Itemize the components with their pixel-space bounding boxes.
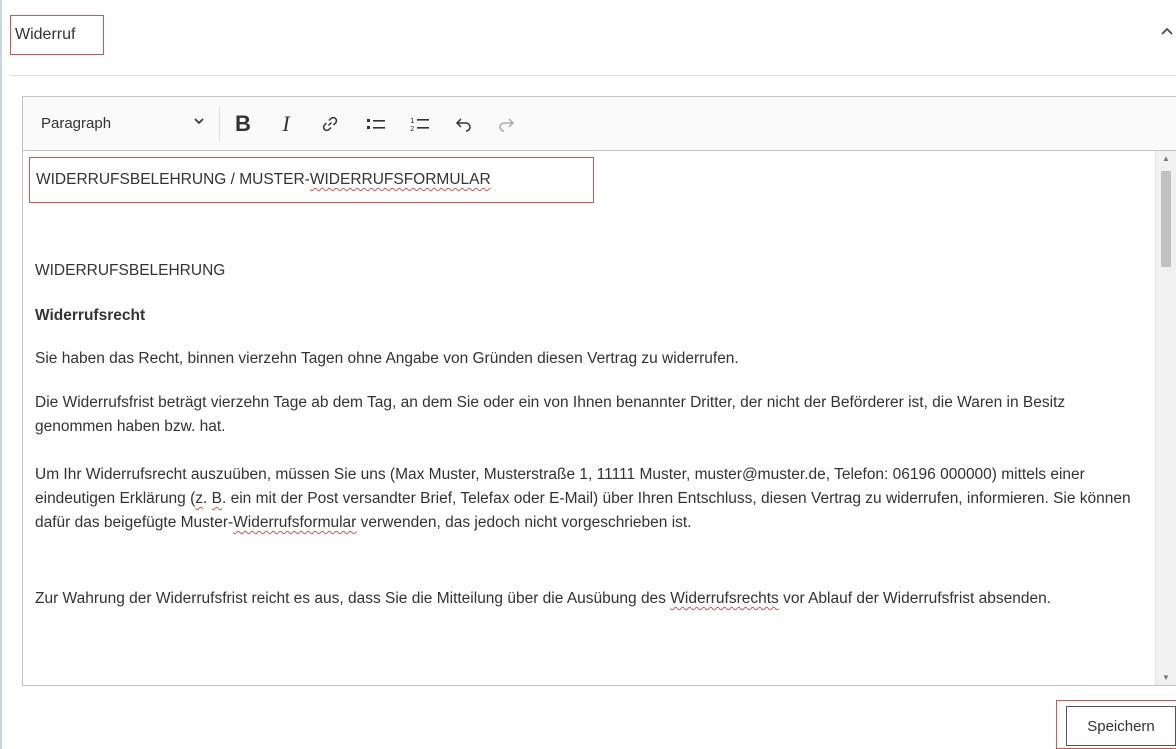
section-heading: Widerrufsrecht bbox=[35, 307, 146, 324]
svg-text:1: 1 bbox=[410, 117, 414, 125]
section-title: Widerruf bbox=[10, 15, 104, 55]
bulleted-list-icon[interactable] bbox=[361, 109, 391, 139]
save-button[interactable]: Speichern bbox=[1066, 706, 1176, 746]
paragraph-format-select[interactable]: Paragraph bbox=[41, 115, 111, 132]
chevron-down-icon[interactable] bbox=[193, 114, 205, 129]
rich-text-editor: Paragraph B I 1 2 WIDERRUFSBELEHRUNG / M… bbox=[22, 96, 1176, 686]
bold-button[interactable]: B bbox=[228, 109, 258, 139]
paragraph-3: Um Ihr Widerrufsrecht auszuüben, müssen … bbox=[35, 466, 1131, 531]
scroll-down-arrow-icon[interactable]: ▼ bbox=[1156, 673, 1176, 682]
subheading: WIDERRUFSBELEHRUNG bbox=[35, 262, 226, 279]
chevron-up-icon[interactable] bbox=[1160, 20, 1174, 40]
left-rule bbox=[0, 0, 2, 749]
document-heading: WIDERRUFSBELEHRUNG / MUSTER-WIDERRUFSFOR… bbox=[29, 157, 594, 203]
italic-button[interactable]: I bbox=[271, 109, 301, 139]
paragraph-1: Sie haben das Recht, binnen vierzehn Tag… bbox=[35, 350, 739, 367]
link-icon[interactable] bbox=[315, 109, 345, 139]
toolbar-separator bbox=[219, 107, 220, 141]
editor-scrollbar[interactable]: ▲ ▼ bbox=[1155, 151, 1176, 685]
scrollbar-thumb[interactable] bbox=[1161, 171, 1171, 267]
numbered-list-icon[interactable]: 1 2 bbox=[405, 109, 435, 139]
header-divider bbox=[10, 75, 1176, 76]
paragraph-4: Zur Wahrung der Widerrufsfrist reicht es… bbox=[35, 590, 1052, 607]
editor-content[interactable]: WIDERRUFSBELEHRUNG / MUSTER-WIDERRUFSFOR… bbox=[23, 151, 1155, 685]
scroll-up-arrow-icon[interactable]: ▲ bbox=[1156, 154, 1176, 163]
redo-icon[interactable] bbox=[491, 109, 521, 139]
undo-icon[interactable] bbox=[449, 109, 479, 139]
editor-toolbar: Paragraph B I 1 2 bbox=[23, 97, 1176, 151]
paragraph-2: Die Widerrufsfrist beträgt vierzehn Tage… bbox=[35, 394, 1066, 435]
svg-text:2: 2 bbox=[410, 125, 414, 133]
